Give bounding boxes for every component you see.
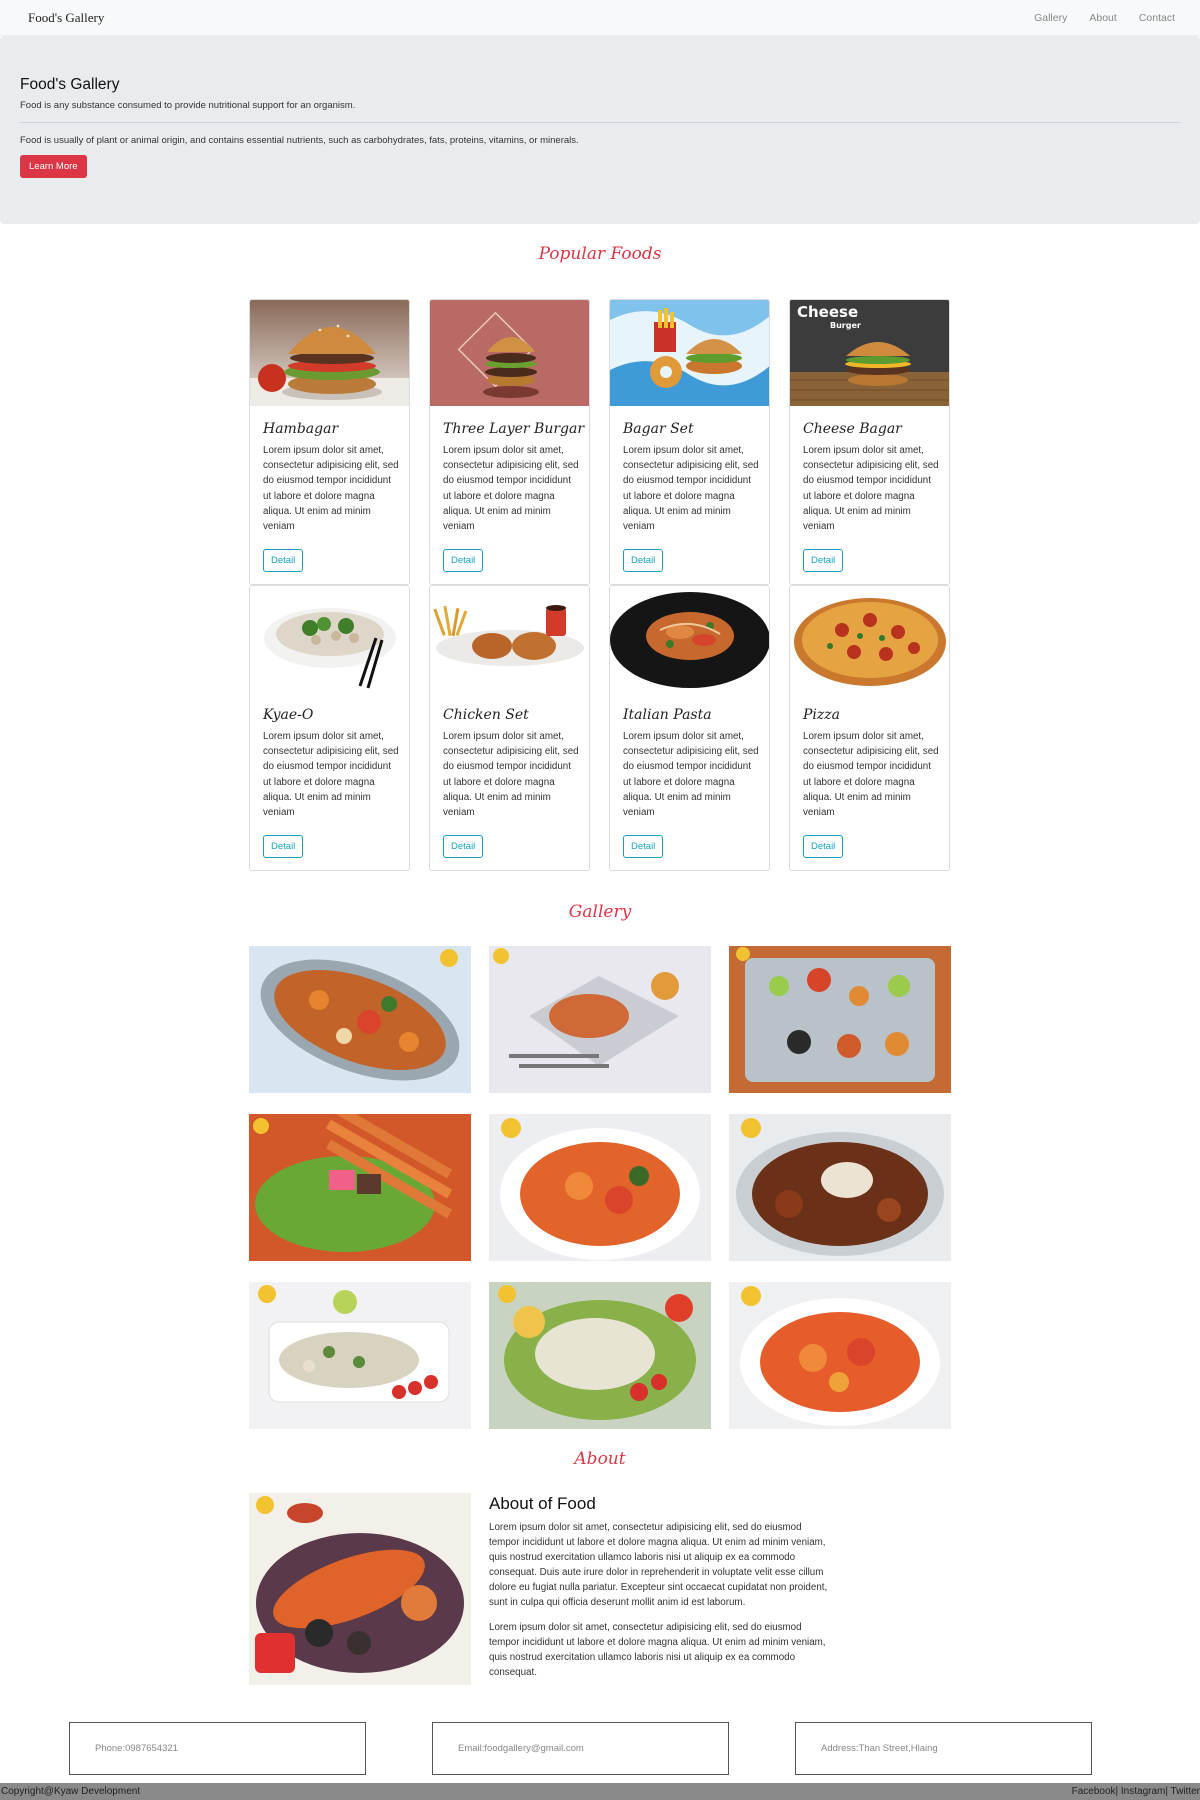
gallery-image-seafood-salad[interactable] <box>249 1282 471 1429</box>
gallery-image-seafood-tray[interactable] <box>729 946 951 1093</box>
gallery-heading: Gallery <box>568 902 632 922</box>
food-image-burger-set <box>610 300 769 406</box>
about-content: About of Food Lorem ipsum dolor sit amet… <box>489 1494 829 1690</box>
food-card: Italian Pasta Lorem ipsum dolor sit amet… <box>609 585 770 871</box>
nav-link-gallery[interactable]: Gallery <box>1034 12 1067 24</box>
food-card-title: Kyae-O <box>263 707 314 723</box>
food-image-three-layer-burger <box>430 300 589 406</box>
about-paragraph-1: Lorem ipsum dolor sit amet, consectetur … <box>489 1522 828 1608</box>
cheese-burger-image-subcaption: Burger <box>830 321 861 330</box>
hero-title: Food's Gallery <box>20 76 120 93</box>
contact-email: Email:foodgallery@gmail.com <box>458 1743 584 1754</box>
food-card-grid: Hambagar Lorem ipsum dolor sit amet, con… <box>249 299 951 871</box>
food-card-text: Lorem ipsum dolor sit amet, consectetur … <box>443 445 579 533</box>
food-card-text: Lorem ipsum dolor sit amet, consectetur … <box>803 731 939 819</box>
contact-phone-box: Phone:0987654321 <box>69 1722 366 1775</box>
food-card: Hambagar Lorem ipsum dolor sit amet, con… <box>249 299 410 585</box>
food-image-cheese-burger: Cheese Burger <box>790 300 949 406</box>
footer-social-links[interactable]: Facebook| Instagram| Twitter <box>1072 1786 1200 1797</box>
gallery-image-seafood-dish[interactable] <box>489 946 711 1093</box>
food-card-title: Italian Pasta <box>623 707 712 723</box>
food-card-text: Lorem ipsum dolor sit amet, consectetur … <box>443 731 579 819</box>
food-card-title: Bagar Set <box>623 421 694 437</box>
food-card-title: Hambagar <box>263 421 339 437</box>
food-card: Cheese Burger Cheese Bagar Lorem ipsum d… <box>789 299 950 585</box>
contact-email-box: Email:foodgallery@gmail.com <box>432 1722 729 1775</box>
contact-address-box: Address:Than Street,Hlaing <box>795 1722 1092 1775</box>
detail-button[interactable]: Detail <box>623 835 664 858</box>
brand-logo[interactable]: Food's Gallery <box>28 10 104 26</box>
detail-button[interactable]: Detail <box>803 549 844 572</box>
food-card-title: Three Layer Burgar <box>443 421 585 437</box>
food-image-italian-pasta <box>610 586 769 692</box>
food-image-kyae-o <box>250 586 409 692</box>
food-card-text: Lorem ipsum dolor sit amet, consectetur … <box>623 445 759 533</box>
nav-link-about[interactable]: About <box>1089 12 1116 24</box>
cheese-burger-image-caption: Cheese <box>797 303 859 321</box>
food-card: Pizza Lorem ipsum dolor sit amet, consec… <box>789 585 950 871</box>
food-image-hamburger <box>250 300 409 406</box>
hero-text: Food is usually of plant or animal origi… <box>20 135 579 146</box>
about-image-seafood <box>249 1493 471 1685</box>
about-paragraph-2: Lorem ipsum dolor sit amet, consectetur … <box>489 1622 826 1678</box>
food-card-title: Cheese Bagar <box>803 421 902 437</box>
contact-phone: Phone:0987654321 <box>95 1743 178 1754</box>
about-heading: About <box>574 1449 626 1469</box>
gallery-image-lobster-bowl[interactable] <box>489 1114 711 1261</box>
food-card-text: Lorem ipsum dolor sit amet, consectetur … <box>623 731 759 819</box>
detail-button[interactable]: Detail <box>803 835 844 858</box>
footer: Copyright@Kyaw Development Facebook| Ins… <box>0 1783 1200 1800</box>
food-card-title: Chicken Set <box>443 707 529 723</box>
food-image-chicken-set <box>430 586 589 692</box>
hero-lead: Food is any substance consumed to provid… <box>20 100 356 111</box>
detail-button[interactable]: Detail <box>263 835 304 858</box>
detail-button[interactable]: Detail <box>623 549 664 572</box>
nav-link-contact[interactable]: Contact <box>1139 12 1175 24</box>
food-card-text: Lorem ipsum dolor sit amet, consectetur … <box>263 731 399 819</box>
popular-foods-heading: Popular Foods <box>538 244 662 264</box>
learn-more-button[interactable]: Learn More <box>20 155 87 178</box>
gallery-image-grilled-prawns[interactable] <box>249 1114 471 1261</box>
gallery-grid <box>249 946 951 1429</box>
food-card: Three Layer Burgar Lorem ipsum dolor sit… <box>429 299 590 585</box>
hero-divider <box>20 122 1180 123</box>
food-card-text: Lorem ipsum dolor sit amet, consectetur … <box>263 445 399 533</box>
food-card: Chicken Set Lorem ipsum dolor sit amet, … <box>429 585 590 871</box>
detail-button[interactable]: Detail <box>443 549 484 572</box>
navbar: Food's Gallery Gallery About Contact <box>0 0 1200 36</box>
food-card: Kyae-O Lorem ipsum dolor sit amet, conse… <box>249 585 410 871</box>
nav-links: Gallery About Contact <box>1034 12 1175 24</box>
food-card-title: Pizza <box>803 707 840 723</box>
gallery-image-crab-rice[interactable] <box>729 1114 951 1261</box>
contact-address: Address:Than Street,Hlaing <box>821 1743 938 1754</box>
food-image-pizza <box>790 586 949 692</box>
about-title: About of Food <box>489 1494 596 1513</box>
food-card: Bagar Set Lorem ipsum dolor sit amet, co… <box>609 299 770 585</box>
food-card-text: Lorem ipsum dolor sit amet, consectetur … <box>803 445 939 533</box>
gallery-image-prawn-bowl[interactable] <box>729 1282 951 1429</box>
hero-jumbotron: Food's Gallery Food is any substance con… <box>0 36 1200 224</box>
footer-copyright: Copyright@Kyaw Development <box>1 1786 141 1797</box>
detail-button[interactable]: Detail <box>263 549 304 572</box>
gallery-image-seafood-platter[interactable] <box>249 946 471 1093</box>
detail-button[interactable]: Detail <box>443 835 484 858</box>
gallery-image-mixed-salad[interactable] <box>489 1282 711 1429</box>
